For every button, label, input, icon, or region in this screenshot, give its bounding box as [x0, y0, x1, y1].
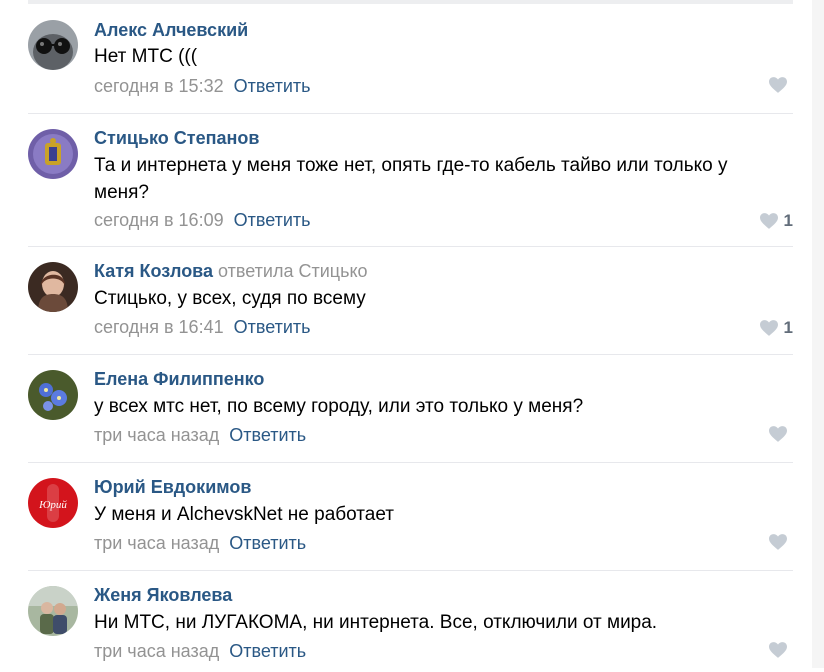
comments-list: Алекс Алчевский Нет МТС ((( сегодня в 15…: [28, 0, 793, 672]
heart-icon: [759, 213, 778, 229]
comment-time[interactable]: три часа назад: [94, 641, 219, 661]
heart-icon: [769, 426, 787, 442]
comment-item: Катя Козлова ответила Стицько Стицько, у…: [28, 247, 793, 355]
like-button[interactable]: [769, 426, 793, 442]
comment-time[interactable]: три часа назад: [94, 533, 219, 553]
comment-time[interactable]: три часа назад: [94, 425, 219, 445]
avatar[interactable]: [28, 586, 78, 636]
reply-button[interactable]: Ответить: [234, 76, 311, 96]
comment-text: Та и интернета у меня тоже нет, опять гд…: [94, 155, 728, 203]
heart-icon: [769, 534, 787, 550]
comment-author[interactable]: Женя Яковлева: [94, 585, 232, 606]
comment-meta: три часа назад Ответить: [94, 425, 306, 446]
like-button[interactable]: [769, 534, 793, 550]
comment-item: Юрий Юрий Евдокимов У меня и AlchevskNet…: [28, 463, 793, 571]
like-button[interactable]: [769, 77, 793, 93]
reply-button[interactable]: Ответить: [234, 317, 311, 337]
comment-item: Алекс Алчевский Нет МТС ((( сегодня в 15…: [28, 0, 793, 114]
avatar[interactable]: [28, 262, 78, 312]
comment-author[interactable]: Елена Филиппенко: [94, 369, 264, 390]
comment-item: Елена Филиппенко у всех мтс нет, по всем…: [28, 355, 793, 463]
comment-meta: три часа назад Ответить: [94, 533, 306, 554]
avatar[interactable]: Юрий: [28, 478, 78, 528]
avatar[interactable]: [28, 20, 78, 70]
scrollbar-track[interactable]: [812, 0, 824, 668]
comment-item: Стицько Степанов Та и интернета у меня т…: [28, 114, 793, 247]
avatar-badge-text: Юрий: [38, 499, 67, 511]
comment-text: у всех мтс нет, по всему городу, или это…: [94, 396, 584, 417]
comment-text: Стицько, у всех, судя по всему: [94, 288, 366, 309]
reply-to-label[interactable]: ответила Стицько: [218, 261, 368, 281]
comment-author[interactable]: Стицько Степанов: [94, 128, 259, 149]
reply-button[interactable]: Ответить: [229, 533, 306, 553]
comment-author-name[interactable]: Катя Козлова: [94, 261, 213, 281]
reply-button[interactable]: Ответить: [229, 425, 306, 445]
comment-text: Ни МТС, ни ЛУГАКОМА, ни интернета. Все, …: [94, 612, 658, 633]
comment-time[interactable]: сегодня в 15:32: [94, 76, 224, 96]
like-count: 1: [783, 318, 793, 337]
comment-meta: три часа назад Ответить: [94, 641, 306, 662]
comment-meta: сегодня в 15:32 Ответить: [94, 76, 311, 97]
like-count: 1: [783, 211, 793, 230]
comment-author[interactable]: Юрий Евдокимов: [94, 477, 251, 498]
comment-author[interactable]: Катя Козлова ответила Стицько: [94, 261, 368, 282]
like-button[interactable]: [769, 642, 793, 658]
heart-icon: [759, 320, 778, 336]
avatar[interactable]: [28, 370, 78, 420]
like-button[interactable]: 1: [759, 211, 793, 231]
comment-meta: сегодня в 16:41 Ответить: [94, 317, 311, 338]
reply-button[interactable]: Ответить: [229, 641, 306, 661]
comment-time[interactable]: сегодня в 16:09: [94, 210, 224, 230]
comment-item: Женя Яковлева Ни МТС, ни ЛУГАКОМА, ни ин…: [28, 571, 793, 672]
heart-icon: [769, 77, 787, 93]
comment-meta: сегодня в 16:09 Ответить: [94, 210, 311, 231]
comment-text: Нет МТС (((: [94, 46, 198, 67]
reply-button[interactable]: Ответить: [234, 210, 311, 230]
comment-text: У меня и AlchevskNet не работает: [94, 504, 395, 525]
like-button[interactable]: 1: [759, 318, 793, 338]
comment-time[interactable]: сегодня в 16:41: [94, 317, 224, 337]
heart-icon: [769, 642, 787, 658]
comment-author[interactable]: Алекс Алчевский: [94, 20, 248, 41]
avatar[interactable]: [28, 129, 78, 179]
